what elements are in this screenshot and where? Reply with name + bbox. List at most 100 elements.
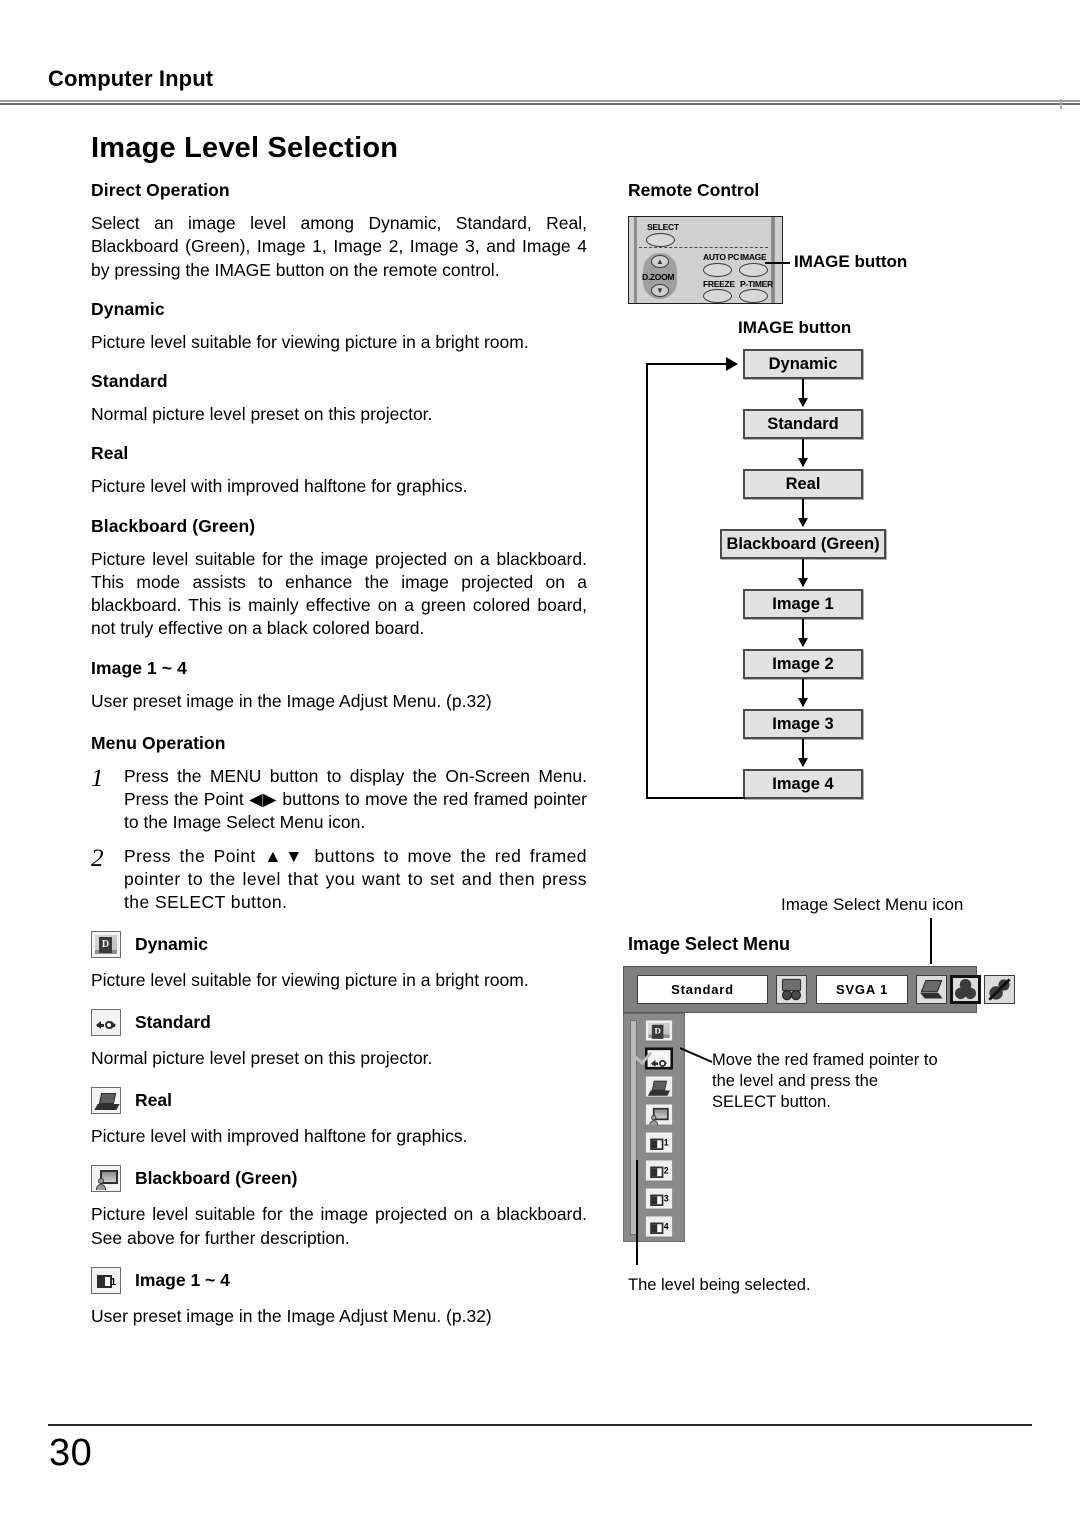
- osd-image-adjust-icon[interactable]: [984, 975, 1015, 1004]
- osd-item-image1-icon[interactable]: 1: [644, 1131, 674, 1154]
- remote-callout-leader: [765, 262, 790, 264]
- osd-icon-callout-leader: [930, 918, 932, 964]
- real-level-icon: [91, 1087, 121, 1115]
- remote-edge-left: [634, 217, 637, 303]
- menu-level-dynamic-body: Picture level suitable for viewing pictu…: [91, 969, 529, 990]
- flow-arrow-7: [798, 739, 808, 767]
- osd-item-blackboard-icon[interactable]: [644, 1103, 674, 1126]
- step-1-text: Press the MENU button to display the On-…: [124, 765, 587, 833]
- remote-image-button[interactable]: [739, 263, 768, 277]
- page-title: Image Level Selection: [91, 132, 399, 164]
- step-1-number: 1: [91, 764, 104, 792]
- flow-arrow-3: [798, 499, 808, 527]
- standard-level-icon: [91, 1008, 121, 1036]
- menu-level-standard-label: Standard: [135, 1011, 211, 1032]
- menu-level-image1to4-label: Image 1 ~ 4: [135, 1269, 230, 1290]
- flow-arrow-5: [798, 619, 808, 647]
- level-heading-real: Real: [91, 443, 129, 464]
- osd-selected-note: The level being selected.: [628, 1276, 811, 1294]
- right-column: Remote Control: [628, 180, 1048, 213]
- remote-callout-label: IMAGE button: [794, 252, 908, 271]
- remote-select-label: SELECT: [647, 222, 679, 232]
- left-column: Direct Operation Select an image level a…: [91, 180, 587, 1345]
- remote-ptimer-button[interactable]: [739, 289, 768, 303]
- remote-edge-right: [771, 217, 775, 303]
- remote-image-label: IMAGE: [740, 252, 767, 262]
- remote-autopc-button[interactable]: [703, 263, 732, 277]
- menu-level-blackboard-label: Blackboard (Green): [135, 1168, 298, 1189]
- flow-loop-arrowhead: [726, 357, 738, 371]
- osd-image-select-icon[interactable]: [950, 975, 981, 1004]
- remote-dzoom-up-button[interactable]: ▲: [651, 255, 669, 268]
- flow-loop-bottom: [646, 797, 745, 799]
- flow-arrow-1: [798, 379, 808, 407]
- header-divider-tick: [1060, 99, 1062, 109]
- page-number: 30: [49, 1432, 93, 1474]
- osd-level-field[interactable]: Standard: [637, 975, 768, 1004]
- flow-box-image2: Image 2: [743, 649, 863, 679]
- osd-item-image4-icon[interactable]: 4: [644, 1215, 674, 1238]
- level-heading-dynamic: Dynamic: [91, 298, 165, 319]
- menu-operation-steps: 1 Press the MENU button to display the O…: [91, 765, 587, 915]
- level-heading-image1to4: Image 1 ~ 4: [91, 657, 187, 678]
- flow-box-image3: Image 3: [743, 709, 863, 739]
- menu-operation-heading: Menu Operation: [91, 732, 226, 753]
- osd-item-dynamic-icon[interactable]: D: [644, 1019, 674, 1042]
- osd-system-icon[interactable]: [776, 975, 807, 1004]
- footer-divider: [48, 1424, 1032, 1426]
- level-body-standard: Normal picture level preset on this proj…: [91, 404, 433, 425]
- dynamic-level-icon: D: [91, 930, 121, 958]
- flow-arrow-2: [798, 439, 808, 467]
- flow-box-image4: Image 4: [743, 769, 863, 799]
- header-divider: [0, 100, 1080, 105]
- remote-dzoom-label: D.ZOOM: [642, 272, 675, 282]
- menu-level-image1to4-body: User preset image in the Image Adjust Me…: [91, 1305, 492, 1326]
- osd-laptop-icon[interactable]: [916, 975, 947, 1004]
- level-heading-standard: Standard: [91, 371, 168, 392]
- flow-loop-left: [646, 364, 648, 799]
- step-2-text: Press the Point ▲▼ buttons to move the r…: [124, 845, 587, 913]
- manual-page: Computer Input Image Level Selection Dir…: [0, 0, 1080, 1514]
- remote-autopc-label: AUTO PC: [703, 252, 739, 262]
- level-body-real: Picture level with improved halftone for…: [91, 476, 468, 497]
- step-1: 1 Press the MENU button to display the O…: [91, 765, 587, 835]
- step-2: 2 Press the Point ▲▼ buttons to move the…: [91, 845, 587, 915]
- image-level-cycle-flowchart: IMAGE button Dynamic Standard Real Black…: [628, 318, 1048, 808]
- osd-icon-callout-label: Image Select Menu icon: [781, 895, 964, 914]
- menu-level-image1to4: 1 Image 1 ~ 4: [91, 1266, 587, 1294]
- remote-control-illustration: SELECT ▲ D.ZOOM ▼ AUTO PC IMAGE FREEZE P…: [628, 216, 783, 304]
- remote-select-button[interactable]: [646, 233, 675, 247]
- menu-level-real-body: Picture level with improved halftone for…: [91, 1126, 468, 1147]
- menu-level-blackboard: Blackboard (Green): [91, 1165, 587, 1193]
- level-body-dynamic: Picture level suitable for viewing pictu…: [91, 331, 529, 352]
- osd-item-real-icon[interactable]: [644, 1075, 674, 1098]
- osd-selected-note-leader: [636, 1160, 638, 1265]
- direct-operation-body: Select an image level among Dynamic, Sta…: [91, 213, 587, 280]
- menu-level-dynamic: D Dynamic: [91, 930, 587, 958]
- osd-source-field[interactable]: SVGA 1: [816, 975, 908, 1004]
- remote-dzoom-down-button[interactable]: ▼: [651, 284, 669, 297]
- osd-item-image2-icon[interactable]: 2: [644, 1159, 674, 1182]
- level-body-image1to4: User preset image in the Image Adjust Me…: [91, 690, 492, 711]
- menu-level-standard-body: Normal picture level preset on this proj…: [91, 1047, 433, 1068]
- image-1-level-icon: 1: [91, 1266, 121, 1294]
- flow-box-real: Real: [743, 469, 863, 499]
- remote-freeze-button[interactable]: [703, 289, 732, 303]
- osd-item-image3-icon[interactable]: 3: [644, 1187, 674, 1210]
- menu-level-blackboard-body: Picture level suitable for the image pro…: [91, 1204, 587, 1248]
- flowchart-caption: IMAGE button: [738, 318, 852, 337]
- osd-level-list-panel: D 1 2 3 4: [623, 1013, 685, 1242]
- menu-level-real-label: Real: [135, 1090, 172, 1111]
- remote-ptimer-label: P-TIMER: [740, 279, 773, 289]
- remote-dashed-divider: [639, 247, 768, 248]
- image-select-menu-heading: Image Select Menu: [628, 934, 791, 954]
- step-2-number: 2: [91, 844, 104, 872]
- level-body-blackboard: Picture level suitable for the image pro…: [91, 548, 587, 639]
- flow-box-blackboard: Blackboard (Green): [720, 529, 886, 559]
- level-heading-blackboard: Blackboard (Green): [91, 515, 256, 536]
- flow-box-dynamic: Dynamic: [743, 349, 863, 379]
- menu-level-real: Real: [91, 1087, 587, 1115]
- blackboard-level-icon: [91, 1165, 121, 1193]
- direct-operation-heading: Direct Operation: [91, 180, 230, 200]
- osd-menu-bar: Standard SVGA 1: [623, 966, 1015, 1013]
